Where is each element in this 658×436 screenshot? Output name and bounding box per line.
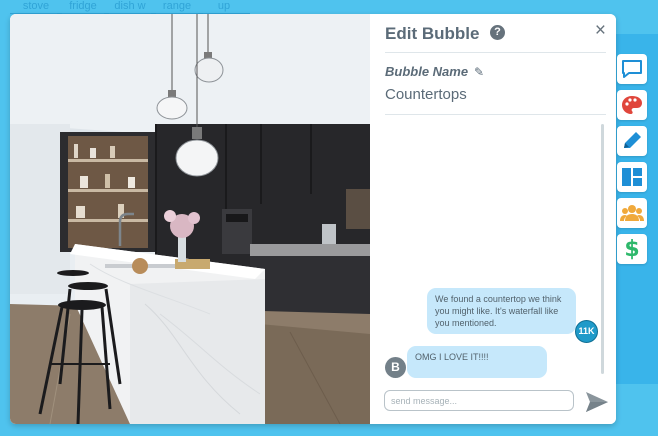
- bg-tab-dishwasher: dish w: [104, 0, 156, 14]
- tool-layout[interactable]: [617, 162, 647, 192]
- bg-tab-fridge: fridge: [57, 0, 109, 14]
- avatar-11k: 11K: [575, 320, 598, 343]
- tool-chat[interactable]: [617, 54, 647, 84]
- tool-pencil[interactable]: [617, 126, 647, 156]
- bubble-name-label: Bubble Name: [385, 64, 469, 79]
- tool-palette[interactable]: [617, 90, 647, 120]
- chat-message-incoming: OMG I LOVE IT!!!!: [407, 346, 547, 378]
- chat-bubble-icon: [622, 60, 642, 78]
- send-message-input[interactable]: [384, 390, 574, 411]
- layout-icon: [622, 168, 642, 186]
- edit-panel: Edit Bubble ? × Bubble Name ✎ Countertop…: [370, 14, 616, 424]
- edit-name-pencil-icon[interactable]: ✎: [474, 65, 484, 79]
- users-icon: [620, 205, 644, 221]
- side-toolbar: $: [617, 54, 649, 270]
- header-divider: [385, 52, 606, 53]
- tool-users[interactable]: [617, 198, 647, 228]
- question-circle-icon[interactable]: ?: [490, 25, 505, 40]
- bg-tab-up-cabinets: up cabinets: [198, 0, 250, 24]
- chat-scrollbar[interactable]: [601, 124, 604, 374]
- chat-message-outgoing: We found a countertop we think you might…: [427, 288, 576, 334]
- close-icon[interactable]: ×: [595, 20, 606, 42]
- dollar-icon: $: [624, 236, 640, 262]
- kitchen-photo: [10, 14, 370, 424]
- send-icon[interactable]: [585, 391, 609, 413]
- pencil-icon: [624, 132, 641, 148]
- modal-title: Edit Bubble: [385, 24, 480, 43]
- name-divider: [385, 114, 606, 115]
- edit-bubble-modal: Edit Bubble ? × Bubble Name ✎ Countertop…: [10, 14, 616, 424]
- bg-tab-stove: stove: [10, 0, 62, 14]
- palette-icon: [622, 96, 642, 114]
- tool-dollar[interactable]: $: [617, 234, 647, 264]
- bg-tab-range: range: [151, 0, 203, 14]
- avatar-b: B: [385, 357, 406, 378]
- background-tabs: stove fridge dish w range up cabinets: [10, 0, 250, 24]
- bubble-name-value[interactable]: Countertops: [385, 86, 467, 103]
